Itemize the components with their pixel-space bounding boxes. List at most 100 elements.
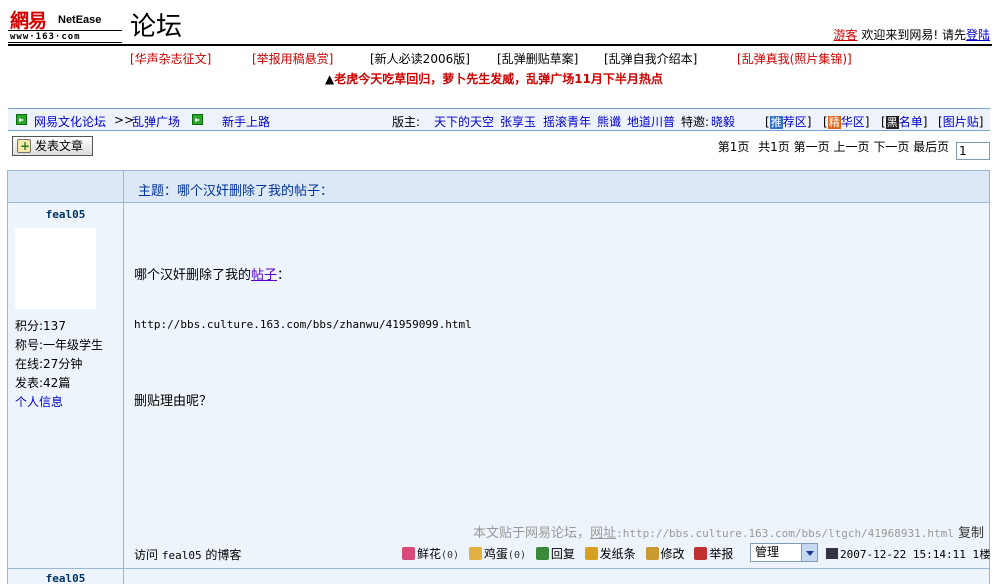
page-number-input[interactable]: 1: [956, 142, 990, 160]
post-separator: [8, 568, 989, 569]
manage-select[interactable]: 管理: [750, 543, 818, 562]
guest-link[interactable]: 游客: [834, 28, 858, 42]
triangle-icon: ▲: [325, 72, 335, 86]
author-title: 称号:一年级学生: [15, 338, 104, 352]
egg-button[interactable]: 鸡蛋(0): [468, 545, 526, 562]
post-article-label: 发表文章: [35, 139, 84, 153]
author-post-count: 发表:42篇: [15, 376, 71, 390]
featured-badge: 精: [827, 116, 841, 129]
post-source: 本文贴于网易论坛，网址:http://bbs.culture.163.com/b…: [473, 526, 984, 541]
report-button[interactable]: 举报: [694, 545, 733, 562]
post-table: 主题：哪个汉奸删除了我的帖子： feal05 积分:137 称号:一年级学生 在…: [7, 170, 990, 584]
post-actions: 鲜花(0) 鸡蛋(0) 回复 发纸条 修改 举报: [402, 545, 739, 562]
flower-button[interactable]: 鲜花(0): [402, 545, 459, 562]
featured-zone-link[interactable]: [精华区]: [823, 113, 869, 130]
photo-posts-label[interactable]: 图片贴: [943, 115, 979, 129]
send-note-button[interactable]: 发纸条: [584, 545, 636, 562]
logo-divider: [8, 30, 122, 31]
chevron-down-icon[interactable]: [801, 544, 817, 561]
login-link[interactable]: 登陆: [966, 28, 990, 42]
recommend-zone-link[interactable]: [推荐区]: [765, 113, 811, 130]
manage-selected-value: 管理: [755, 545, 780, 559]
site-header: 網易 NetEase www·163·com 论坛 游客 欢迎来到网易! 请先登…: [8, 4, 992, 44]
special-guest-link[interactable]: 晓毅: [711, 113, 735, 130]
flower-icon: [402, 547, 415, 560]
announcement-link[interactable]: [乱弹真我(照片集锦)]: [737, 50, 852, 67]
copy-link[interactable]: 复制: [958, 526, 984, 541]
post-line: 删贴理由呢？: [134, 394, 213, 409]
logo-divider-bottom: [8, 42, 122, 43]
author-score: 积分:137: [15, 319, 66, 333]
arrow-icon: [16, 114, 27, 125]
post-article-button[interactable]: 发表文章: [12, 136, 93, 156]
blacklist-badge: 黑: [885, 116, 899, 129]
post-line: 哪个汉奸删除了我的帖子：: [134, 268, 291, 283]
featured-zone-label[interactable]: 精华区: [827, 115, 865, 129]
post-url-line: http://bbs.culture.163.com/bbs/zhanwu/41…: [134, 318, 472, 331]
special-label: 特邀:: [681, 115, 710, 129]
prev-page-link[interactable]: 上一页: [833, 140, 869, 154]
netease-logo[interactable]: 網易 NetEase www·163·com: [8, 6, 126, 44]
reply-icon: [535, 547, 549, 560]
next-page-link[interactable]: 下一页: [873, 140, 909, 154]
report-icon: [694, 547, 708, 560]
moderator-link[interactable]: 摇滚青年: [543, 113, 591, 130]
recommend-zone-label[interactable]: 推荐区: [769, 115, 807, 129]
announcement-link[interactable]: [华声杂志征文]: [130, 50, 211, 67]
last-page-link[interactable]: 最后页: [913, 140, 949, 154]
new-post-icon: [17, 137, 31, 155]
hot-notice-text: 老虎今天吃草回归，萝卜先生发威，乱弹广场11月下半月热点: [334, 72, 663, 86]
moderator-link[interactable]: 张享玉: [500, 113, 536, 130]
first-page-link[interactable]: 第一页: [794, 140, 830, 154]
visit-blog-link[interactable]: 访问 feal05 的博客: [134, 546, 241, 563]
breadcrumb-board[interactable]: 乱弹广场: [132, 113, 180, 130]
welcome-bar: 游客 欢迎来到网易! 请先登陆: [834, 26, 990, 43]
pager: 第1页 共1页 第一页 上一页 下一页 最后页 1: [713, 138, 990, 160]
post-footer: 访问 feal05 的博客 鲜花(0) 鸡蛋(0) 回复 发纸条 修改 举报 管…: [134, 543, 990, 563]
computer-icon: [826, 548, 838, 559]
announcement-link[interactable]: [乱弹删贴草案]: [497, 50, 578, 67]
newbie-link[interactable]: 新手上路: [222, 113, 270, 130]
post-timestamp: 2007-12-22 15:14:11 1楼: [826, 546, 990, 562]
forum-title: 论坛: [130, 12, 183, 42]
moderator-link[interactable]: 天下的天空: [434, 113, 494, 130]
arrow-icon: [192, 114, 203, 125]
avatar: [15, 228, 96, 309]
moderator-label: 版主:: [392, 115, 421, 129]
profile-link[interactable]: 个人信息: [15, 393, 63, 410]
recommend-badge: 推: [769, 116, 783, 129]
column-divider: [123, 171, 124, 584]
post-inline-link[interactable]: 帖子: [251, 268, 277, 283]
announcement-link[interactable]: [乱弹自我介绍本]: [604, 50, 697, 67]
logo-cn: 網易: [10, 10, 47, 32]
blacklist-link[interactable]: [黑名单]: [881, 113, 927, 130]
hot-notice[interactable]: ▲老虎今天吃草回归，萝卜先生发威，乱弹广场11月下半月热点: [325, 70, 663, 87]
photo-posts-link[interactable]: [图片贴]: [938, 113, 983, 130]
source-url: http://bbs.culture.163.com/bbs/ltgch/419…: [622, 527, 954, 540]
current-page: 第1页: [717, 140, 750, 154]
thread-toolbar: 发表文章 第1页 共1页 第一页 上一页 下一页 最后页 1: [8, 134, 990, 160]
next-author-name[interactable]: feal05: [8, 572, 123, 584]
total-pages: 共1页: [758, 140, 790, 154]
author-name[interactable]: feal05: [8, 208, 123, 221]
note-icon: [584, 547, 598, 560]
announcement-link[interactable]: [举报用稿悬赏]: [252, 50, 333, 67]
breadcrumb-forum[interactable]: 网易文化论坛: [34, 113, 106, 130]
author-online-time: 在线:27分钟: [15, 357, 83, 371]
logo-url: www·163·com: [10, 32, 81, 42]
announcement-bar: [华声杂志征文] [举报用稿悬赏] [新人必读2006版] [乱弹删贴草案] […: [0, 50, 1003, 66]
logo-en: NetEase: [58, 14, 102, 26]
reply-button[interactable]: 回复: [535, 545, 575, 562]
edit-icon: [645, 547, 659, 560]
floor-number: 1楼: [972, 548, 991, 561]
edit-button[interactable]: 修改: [645, 545, 685, 562]
blacklist-label[interactable]: 黑名单: [885, 115, 923, 129]
announcement-link[interactable]: [新人必读2006版]: [370, 50, 470, 67]
egg-icon: [468, 547, 482, 560]
moderator-link[interactable]: 熊谶: [597, 113, 621, 130]
thread-subject: 主题：哪个汉奸删除了我的帖子：: [138, 184, 334, 199]
moderator-link[interactable]: 地道川普: [627, 113, 675, 130]
welcome-text: 欢迎来到网易! 请先: [857, 28, 966, 42]
forum-nav-bar: 网易文化论坛 >> 乱弹广场 新手上路 版主: 天下的天空 张享玉 摇滚青年 熊…: [8, 108, 990, 131]
header-divider: [8, 44, 992, 46]
